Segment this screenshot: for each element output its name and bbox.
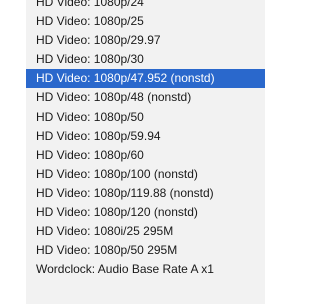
menu-item-1080p-29-97[interactable]: HD Video: 1080p/29.97 (26, 31, 265, 50)
video-format-menu: HD Video: 1080p/24 HD Video: 1080p/25 HD… (26, 0, 265, 304)
menu-item-1080p-48[interactable]: HD Video: 1080p/48 (nonstd) (26, 88, 265, 107)
menu-item-1080p-119-88[interactable]: HD Video: 1080p/119.88 (nonstd) (26, 184, 265, 203)
menu-item-1080i-25-295m[interactable]: HD Video: 1080i/25 295M (26, 222, 265, 241)
menu-item-1080p-100[interactable]: HD Video: 1080p/100 (nonstd) (26, 165, 265, 184)
video-format-list: HD Video: 1080p/24 HD Video: 1080p/25 HD… (26, 0, 265, 279)
menu-item-1080p-50[interactable]: HD Video: 1080p/50 (26, 108, 265, 127)
menu-item-1080p-120[interactable]: HD Video: 1080p/120 (nonstd) (26, 203, 265, 222)
menu-item-1080p-50-295m[interactable]: HD Video: 1080p/50 295M (26, 241, 265, 260)
menu-item-1080p-47-952-selected[interactable]: HD Video: 1080p/47.952 (nonstd) (26, 69, 265, 89)
menu-item-1080p-24[interactable]: HD Video: 1080p/24 (26, 0, 265, 12)
menu-item-1080p-30[interactable]: HD Video: 1080p/30 (26, 50, 265, 69)
menu-item-wordclock-audio-base-rate[interactable]: Wordclock: Audio Base Rate A x1 (26, 260, 265, 279)
menu-item-1080p-59-94[interactable]: HD Video: 1080p/59.94 (26, 127, 265, 146)
menu-item-1080p-60[interactable]: HD Video: 1080p/60 (26, 146, 265, 165)
menu-item-1080p-25[interactable]: HD Video: 1080p/25 (26, 12, 265, 31)
